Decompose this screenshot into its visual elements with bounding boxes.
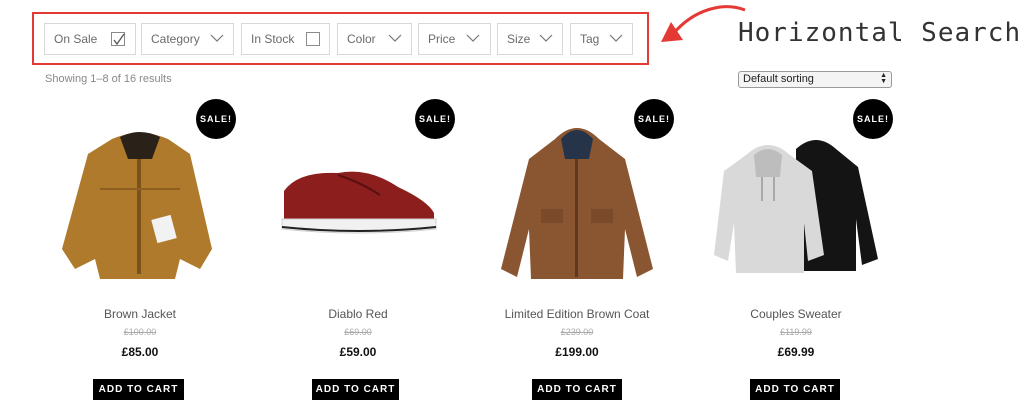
product-price: £85.00	[121, 345, 159, 359]
filter-tag-label: Tag	[580, 32, 600, 46]
filter-category-label: Category	[151, 32, 200, 46]
in-stock-checkbox[interactable]	[306, 32, 320, 46]
product-image-brown-jacket[interactable]	[40, 109, 240, 289]
add-to-cart-button[interactable]: ADD TO CART	[93, 379, 184, 400]
filter-on-sale[interactable]: On Sale	[44, 23, 136, 55]
product-image-hoodies[interactable]	[696, 109, 896, 289]
product-card: SALE! Brown Jacket £100.00 £85.00 ADD TO…	[40, 95, 260, 411]
on-sale-checkbox[interactable]	[111, 32, 125, 46]
sort-select-value: Default sorting	[743, 73, 814, 85]
product-price: £69.99	[777, 345, 815, 359]
annotation-label: Horizontal Search	[738, 18, 1022, 48]
product-old-price: £69.00	[344, 327, 372, 337]
filter-color[interactable]: Color	[337, 23, 412, 55]
filter-color-label: Color	[347, 32, 376, 46]
checkmark-icon	[113, 33, 125, 46]
product-card: SALE! Couples Sweater £119.99 £69.99 ADD…	[696, 95, 916, 411]
add-to-cart-button[interactable]: ADD TO CART	[750, 379, 840, 400]
filter-price-label: Price	[428, 32, 456, 46]
product-card: SALE! Diablo Red £69.00 £59.00 ADD TO CA…	[258, 95, 478, 411]
filter-price[interactable]: Price	[418, 23, 491, 55]
chevron-down-icon	[609, 34, 623, 42]
product-name[interactable]: Couples Sweater	[696, 307, 896, 321]
product-old-price: £119.99	[780, 327, 812, 337]
product-old-price: £100.00	[123, 327, 157, 337]
select-arrows-icon: ▲ ▼	[880, 72, 887, 85]
product-image-red-sneaker[interactable]	[258, 109, 458, 289]
chevron-down-icon	[466, 34, 480, 42]
add-to-cart-button[interactable]: ADD TO CART	[532, 379, 622, 400]
product-card: SALE! Limited Edition Brown Coat £239.00…	[477, 95, 697, 411]
product-name[interactable]: Limited Edition Brown Coat	[477, 307, 677, 321]
chevron-down-icon	[210, 34, 224, 42]
results-count: Showing 1–8 of 16 results	[45, 73, 172, 85]
product-name[interactable]: Diablo Red	[258, 307, 458, 321]
filter-tag[interactable]: Tag	[570, 23, 633, 55]
product-old-price: £239.00	[560, 327, 594, 337]
product-price: £59.00	[339, 345, 377, 359]
chevron-down-icon	[388, 34, 402, 42]
filter-in-stock[interactable]: In Stock	[241, 23, 330, 55]
filter-in-stock-label: In Stock	[251, 32, 295, 46]
filter-size[interactable]: Size	[497, 23, 563, 55]
product-name[interactable]: Brown Jacket	[40, 307, 240, 321]
add-to-cart-button[interactable]: ADD TO CART	[312, 379, 399, 400]
filter-category[interactable]: Category	[141, 23, 234, 55]
filter-on-sale-label: On Sale	[54, 32, 98, 46]
product-image-brown-coat[interactable]	[477, 109, 677, 289]
chevron-down-icon	[539, 34, 553, 42]
filter-size-label: Size	[507, 32, 531, 46]
sort-select[interactable]: Default sorting ▲ ▼	[738, 71, 892, 88]
product-price: £199.00	[555, 345, 599, 359]
